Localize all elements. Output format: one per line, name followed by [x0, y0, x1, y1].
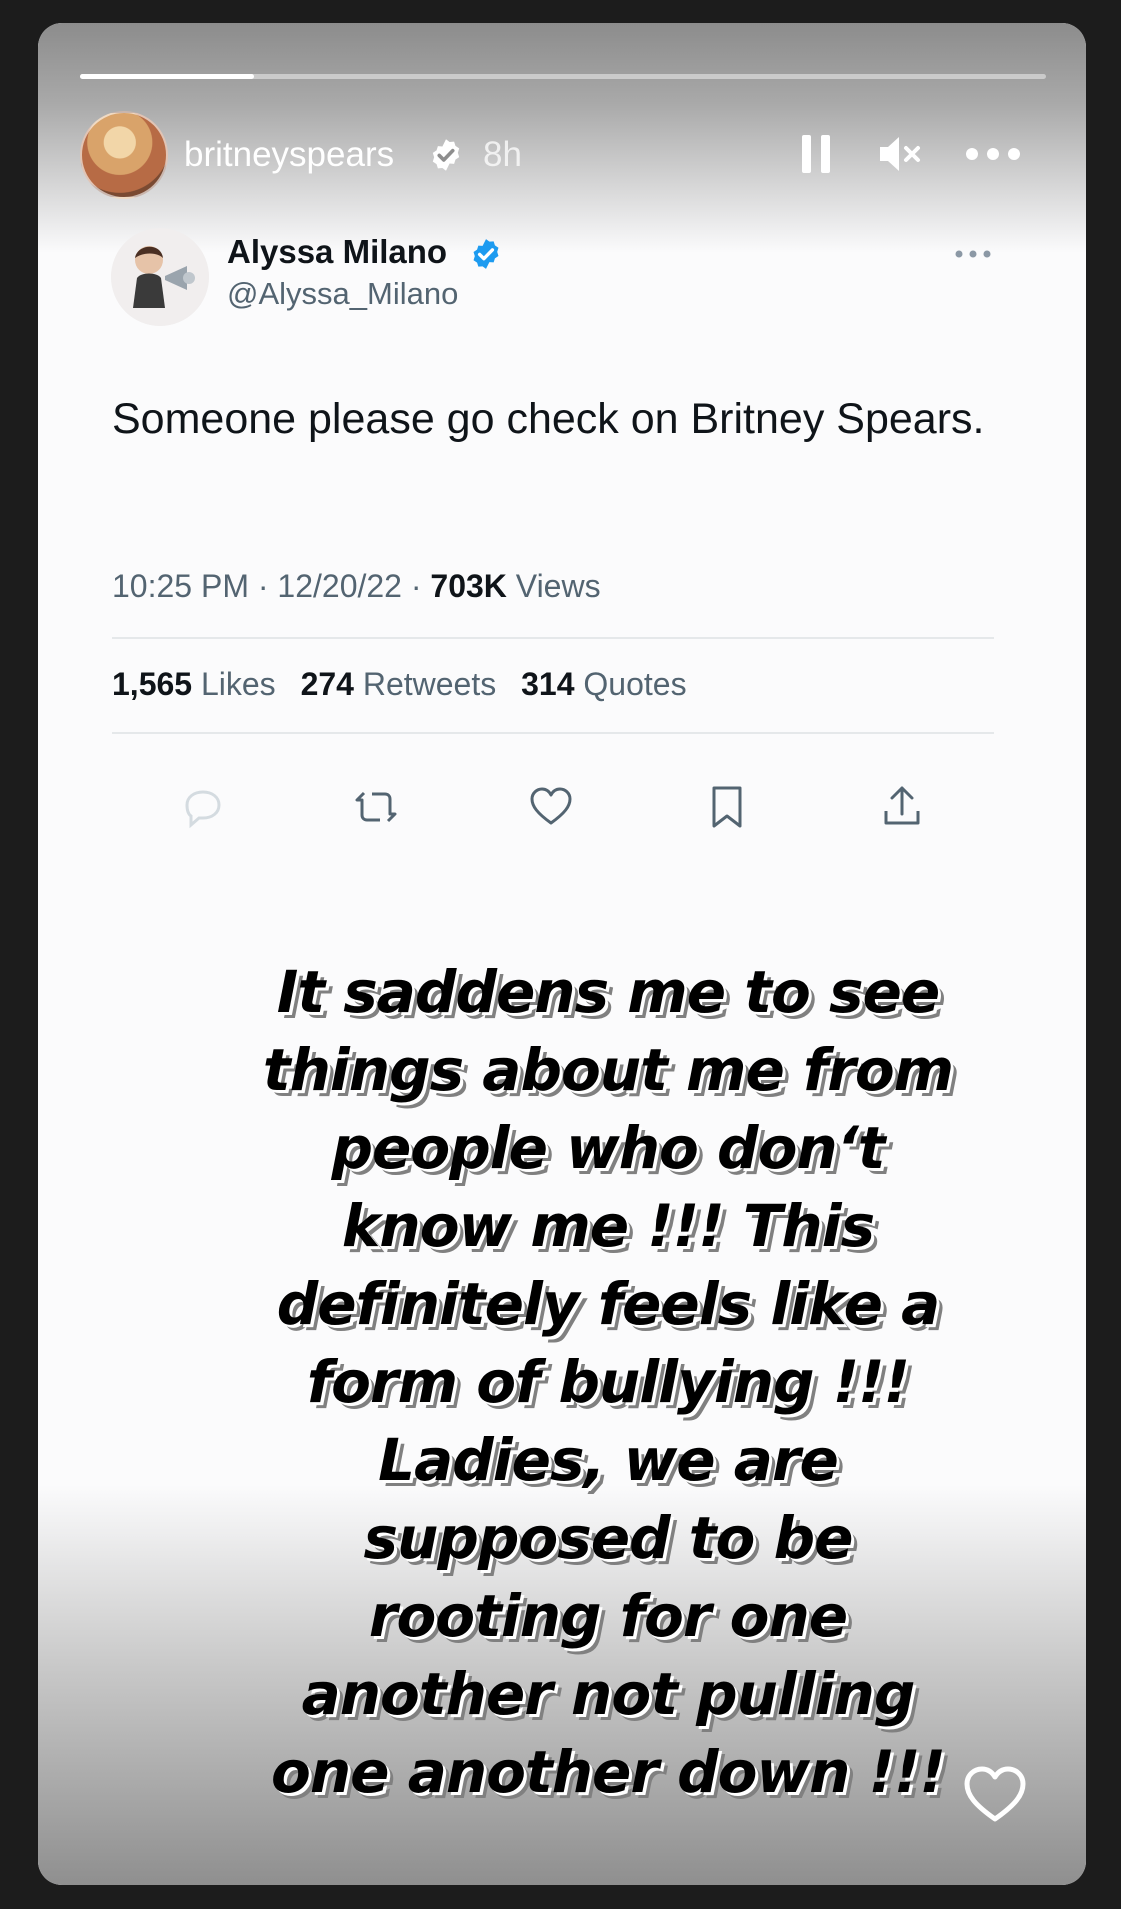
story-frame: britneyspears 8h Alyssa Milano @Alyssa_M…: [38, 23, 1086, 1885]
caption-line: It saddens me to see: [276, 958, 940, 1026]
caption-line: rooting for one: [368, 1582, 848, 1650]
likes-count: 1,565: [112, 666, 193, 702]
caption-line: form of bullying !!!: [306, 1348, 910, 1416]
avatar[interactable]: [80, 111, 168, 199]
pause-icon[interactable]: [800, 133, 832, 175]
tweet-stats: 1,565 Likes 274 Retweets 314 Quotes: [112, 666, 687, 703]
quotes-label: Quotes: [583, 666, 687, 702]
tweet-author-name: Alyssa Milano: [227, 233, 448, 270]
mute-icon[interactable]: [878, 133, 922, 175]
bookmark-icon: [712, 786, 742, 828]
story-username[interactable]: britneyspears: [184, 135, 394, 175]
quotes-count: 314: [521, 666, 575, 702]
caption-line: another not pulling: [301, 1660, 916, 1728]
caption-line: know me !!! This: [341, 1192, 875, 1260]
caption-line: things about me from: [262, 1036, 954, 1104]
tweet-text: Someone please go check on Britney Spear…: [112, 395, 985, 443]
divider: [112, 732, 994, 734]
tweet-views-label: Views: [515, 568, 601, 604]
verified-badge-icon: [473, 239, 499, 269]
tweet-author-handle: @Alyssa_Milano: [227, 276, 459, 311]
retweets-count: 274: [300, 666, 354, 702]
story-progress-bar: [80, 74, 1046, 79]
more-icon[interactable]: [964, 133, 1022, 175]
tweet-more-icon: [955, 250, 991, 258]
caption-line: people who don‘t: [331, 1114, 886, 1182]
caption-line: Ladies, we are: [378, 1426, 839, 1494]
heart-icon: [530, 787, 572, 825]
meta-separator: ·: [257, 568, 269, 604]
story-like-icon[interactable]: [963, 1765, 1027, 1823]
tweet-avatar: [111, 228, 209, 326]
tweet-meta: 10:25 PM · 12/20/22 · 703K Views: [112, 568, 601, 605]
tweet-views-count: 703K: [430, 568, 507, 604]
tweet-time: 10:25 PM: [112, 568, 249, 604]
caption-line: one another down !!!: [271, 1738, 946, 1806]
story-caption: It saddens me to see things about me fro…: [168, 953, 1048, 1811]
verified-badge-icon: [432, 139, 460, 171]
retweets-label: Retweets: [362, 666, 497, 702]
caption-line: supposed to be: [363, 1504, 854, 1572]
tweet-date: 12/20/22: [277, 568, 402, 604]
reply-icon: [185, 790, 221, 829]
story-progress-fill: [80, 74, 254, 79]
share-icon: [884, 786, 920, 825]
caption-line: definitely feels like a: [276, 1270, 941, 1338]
story-time: 8h: [483, 135, 522, 174]
divider: [112, 637, 994, 639]
meta-separator: ·: [410, 568, 422, 604]
likes-label: Likes: [200, 666, 276, 702]
retweet-icon: [355, 791, 397, 823]
